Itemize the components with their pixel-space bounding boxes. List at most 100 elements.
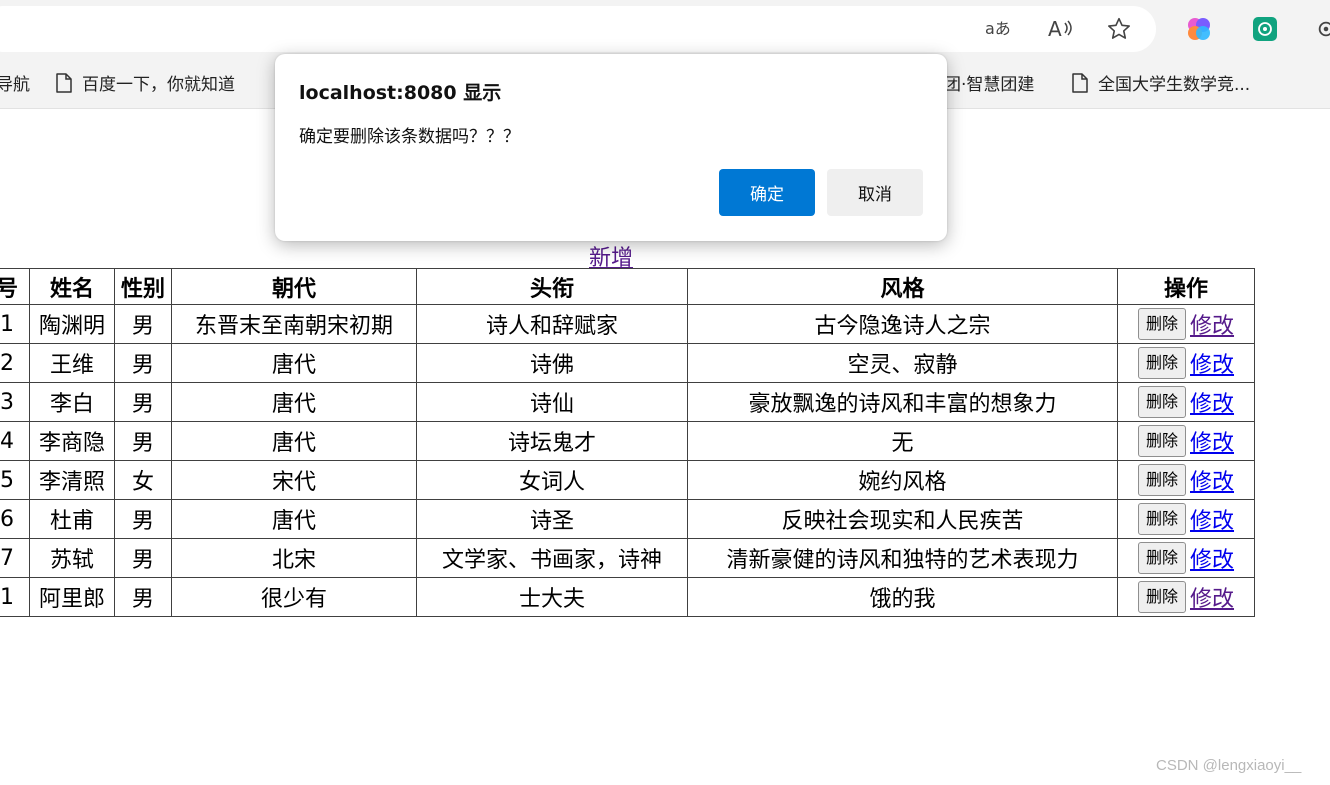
cell-name: 阿里郎 [29,577,115,617]
cell-actions: 删除 修改 [1117,421,1255,461]
delete-button[interactable]: 删除 [1137,386,1186,418]
read-aloud-icon[interactable]: aあ [984,14,1014,44]
cell-title: 诗佛 [416,343,688,383]
bookmark-item[interactable]: 全国大学生数学竞... [1072,70,1250,95]
cell-style: 反映社会现实和人民疾苦 [687,499,1118,539]
cell-id: 3 [0,382,30,422]
cell-title: 诗坛鬼才 [416,421,688,461]
header-title: 头衔 [416,268,688,305]
bookmark-item[interactable]: 百度一下，你就知道 [56,70,235,95]
document-icon [1072,72,1088,93]
cell-name: 李清照 [29,460,115,500]
cell-actions: 删除 修改 [1117,343,1255,383]
delete-button[interactable]: 删除 [1137,308,1186,340]
cell-dynasty: 唐代 [171,382,417,422]
table-row: 2 王维男唐代 诗佛 空灵、寂静 删除 修改 [0,343,1255,383]
cell-title: 士大夫 [416,577,688,617]
edit-link[interactable]: 修改 [1190,581,1234,613]
cell-gender: 男 [114,421,172,461]
cell-name: 李白 [29,382,115,422]
cell-actions: 删除 修改 [1117,382,1255,422]
cell-actions: 删除 修改 [1117,304,1255,344]
cell-title: 文学家、书画家，诗神 [416,538,688,578]
delete-button[interactable]: 删除 [1137,347,1186,379]
cell-id: 4 [0,421,30,461]
header-style: 风格 [687,268,1118,305]
cell-style: 清新豪健的诗风和独特的艺术表现力 [687,538,1118,578]
table-row: 4 李商隐男唐代 诗坛鬼才无删除 修改 [0,421,1255,461]
poets-table: 号 姓名 性别 朝代 头衔 风格 操作 1 陶渊明男东晋末至南朝宋初期 诗人和辞赋家… [0,268,1255,617]
cell-title: 诗人和辞赋家 [416,304,688,344]
confirm-dialog: localhost:8080 显示 确定要删除该条数据吗？？？ 确定 取消 [275,54,947,241]
cell-actions: 删除 修改 [1117,460,1255,500]
cell-style: 空灵、寂静 [687,343,1118,383]
cell-name: 王维 [29,343,115,383]
cell-name: 李商隐 [29,421,115,461]
chatgpt-extension-icon[interactable] [1252,14,1278,44]
table-row: 3 李白男唐代 诗仙 豪放飘逸的诗风和丰富的想象力 删除 修改 [0,382,1255,422]
text-size-icon[interactable]: A [1046,14,1074,44]
cell-style: 无 [687,421,1118,461]
settings-icon[interactable] [1316,14,1330,44]
edit-link[interactable]: 修改 [1190,347,1234,379]
bookmark-label: 导航 [0,75,30,95]
cell-id: 1 [0,577,30,617]
delete-button[interactable]: 删除 [1137,503,1186,535]
edit-link[interactable]: 修改 [1190,503,1234,535]
header-actions: 操作 [1117,268,1255,305]
confirm-button[interactable]: 确定 [719,169,815,216]
dialog-title: localhost:8080 显示 [299,82,502,104]
cell-gender: 男 [114,499,172,539]
bookmark-label: 全国大学生数学竞... [1098,75,1251,95]
cell-title: 诗仙 [416,382,688,422]
cell-style: 豪放飘逸的诗风和丰富的想象力 [687,382,1118,422]
cell-gender: 男 [114,304,172,344]
table-header-row: 号 姓名 性别 朝代 头衔 风格 操作 [0,268,1255,305]
delete-button[interactable]: 删除 [1137,464,1186,496]
edit-link[interactable]: 修改 [1190,386,1234,418]
address-bar[interactable]: nl [0,6,1156,52]
delete-button[interactable]: 删除 [1137,581,1186,613]
header-gender: 性别 [114,268,172,305]
cell-title: 诗圣 [416,499,688,539]
table-row: 5 李清照女宋代 女词人 婉约风格 删除 修改 [0,460,1255,500]
header-id: 号 [0,268,30,305]
cell-id: 2 [0,343,30,383]
document-icon [56,72,72,93]
cell-style: 古今隐逸诗人之宗 [687,304,1118,344]
dialog-message: 确定要删除该条数据吗？？？ [299,127,520,147]
table-row: 6 杜甫男唐代 诗圣 反映社会现实和人民疾苦 删除 修改 [0,499,1255,539]
cell-actions: 删除 修改 [1117,577,1255,617]
cell-gender: 男 [114,382,172,422]
cell-gender: 男 [114,538,172,578]
delete-button[interactable]: 删除 [1137,542,1186,574]
copilot-icon[interactable] [1185,14,1213,44]
cell-gender: 女 [114,460,172,500]
cell-dynasty: 很少有 [171,577,417,617]
favorite-star-icon[interactable] [1104,14,1134,44]
table-row: 1 陶渊明男东晋末至南朝宋初期 诗人和辞赋家 古今隐逸诗人之宗 删除 修改 [0,304,1255,344]
watermark: CSDN @lengxiaoyi__ [1156,757,1302,774]
cell-dynasty: 唐代 [171,421,417,461]
edit-link[interactable]: 修改 [1190,542,1234,574]
edit-link[interactable]: 修改 [1190,308,1234,340]
cell-dynasty: 北宋 [171,538,417,578]
cancel-button[interactable]: 取消 [827,169,923,216]
edit-link[interactable]: 修改 [1190,425,1234,457]
cell-dynasty: 唐代 [171,499,417,539]
bookmark-item[interactable]: 导航 [0,70,30,95]
cell-title: 女词人 [416,460,688,500]
cell-actions: 删除 修改 [1117,499,1255,539]
svg-text:aあ: aあ [985,19,1011,38]
cell-dynasty: 东晋末至南朝宋初期 [171,304,417,344]
cell-style: 饿的我 [687,577,1118,617]
header-dynasty: 朝代 [171,268,417,305]
cell-id: 5 [0,460,30,500]
cell-dynasty: 唐代 [171,343,417,383]
delete-button[interactable]: 删除 [1137,425,1186,457]
cell-name: 陶渊明 [29,304,115,344]
browser-toolbar: nl aあ A [0,0,1330,58]
edit-link[interactable]: 修改 [1190,464,1234,496]
cell-actions: 删除 修改 [1117,538,1255,578]
cell-gender: 男 [114,343,172,383]
